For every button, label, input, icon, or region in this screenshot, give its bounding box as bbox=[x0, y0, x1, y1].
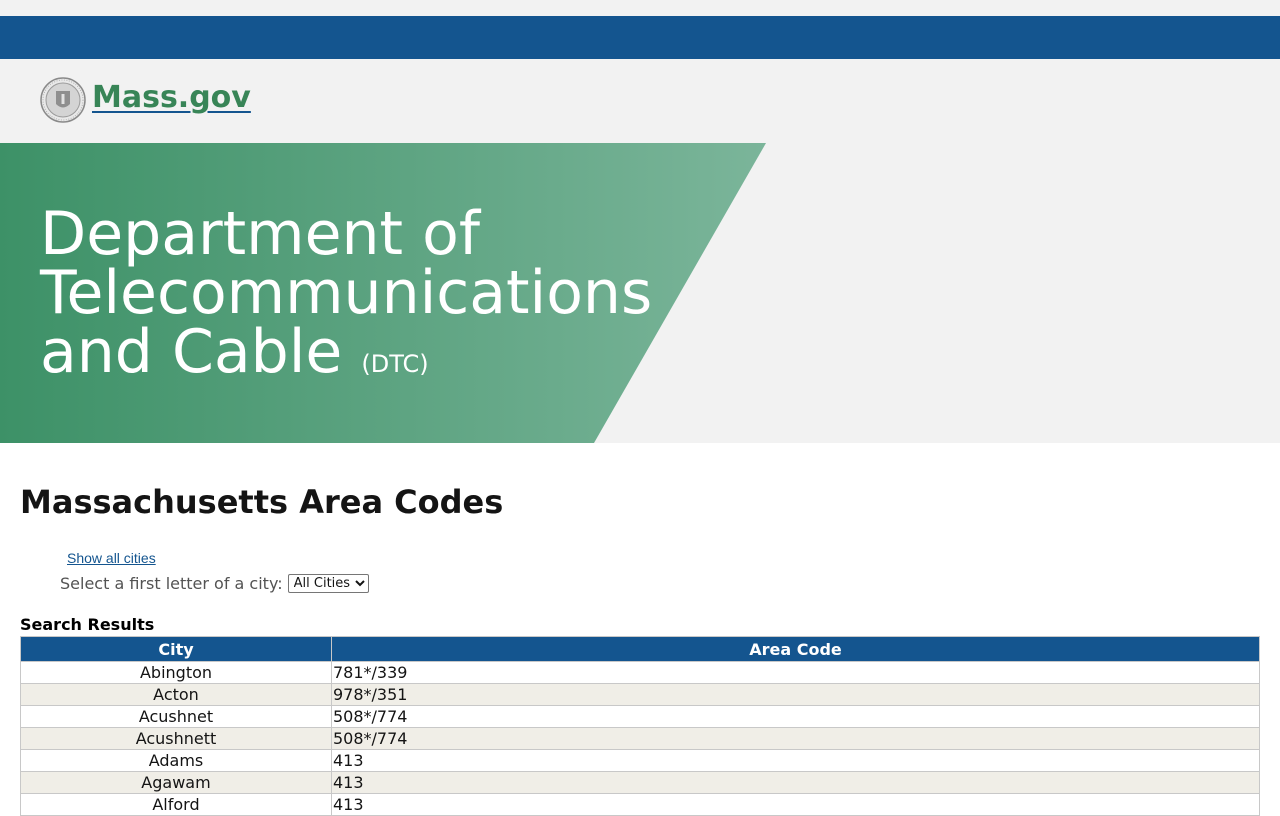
site-header: Mass.gov bbox=[0, 59, 1280, 143]
city-letter-select[interactable]: All Cities bbox=[287, 574, 369, 593]
mass-gov-home-link[interactable]: Mass.gov bbox=[92, 80, 251, 115]
table-row: Agawam 413 bbox=[20, 771, 1260, 794]
table-row: Acton 978*/351 bbox=[20, 683, 1260, 706]
table-row: Acushnet 508*/774 bbox=[20, 705, 1260, 728]
city-cell: Adams bbox=[20, 749, 332, 772]
hero-title-line3: and Cable bbox=[40, 317, 343, 387]
city-cell: Agawam bbox=[20, 771, 332, 794]
table-row: Alford 413 bbox=[20, 793, 1260, 816]
city-cell: Acushnett bbox=[20, 727, 332, 750]
search-results-label: Search Results bbox=[20, 615, 155, 634]
top-nav-bar bbox=[0, 16, 1280, 59]
hero-title-abbr: (DTC) bbox=[361, 350, 429, 378]
massachusetts-seal-icon[interactable] bbox=[40, 77, 86, 123]
city-cell: Acton bbox=[20, 683, 332, 706]
page-title: Massachusetts Area Codes bbox=[20, 483, 504, 521]
letter-select-row: Select a first letter of a city: All Cit… bbox=[60, 574, 369, 593]
area-codes-table: City Area Code Abington 781*/339 Acton 9… bbox=[20, 636, 1260, 816]
show-all-cities-link[interactable]: Show all cities bbox=[67, 550, 156, 566]
table-row: Abington 781*/339 bbox=[20, 661, 1260, 684]
area-code-cell: 413 bbox=[331, 749, 1260, 772]
area-code-cell: 508*/774 bbox=[331, 727, 1260, 750]
top-strip bbox=[0, 0, 1280, 16]
column-header-city: City bbox=[20, 636, 332, 662]
hero-title: Department of Telecommunications and Cab… bbox=[40, 204, 652, 394]
area-code-cell: 508*/774 bbox=[331, 705, 1260, 728]
area-code-cell: 781*/339 bbox=[331, 661, 1260, 684]
area-code-cell: 978*/351 bbox=[331, 683, 1260, 706]
table-header-row: City Area Code bbox=[20, 636, 1260, 662]
area-code-cell: 413 bbox=[331, 793, 1260, 816]
hero-banner: Department of Telecommunications and Cab… bbox=[0, 143, 1280, 443]
city-cell: Abington bbox=[20, 661, 332, 684]
area-code-cell: 413 bbox=[331, 771, 1260, 794]
letter-select-label: Select a first letter of a city: bbox=[60, 574, 283, 593]
table-row: Acushnett 508*/774 bbox=[20, 727, 1260, 750]
table-row: Adams 413 bbox=[20, 749, 1260, 772]
column-header-area-code: Area Code bbox=[331, 636, 1260, 662]
city-cell: Acushnet bbox=[20, 705, 332, 728]
city-cell: Alford bbox=[20, 793, 332, 816]
